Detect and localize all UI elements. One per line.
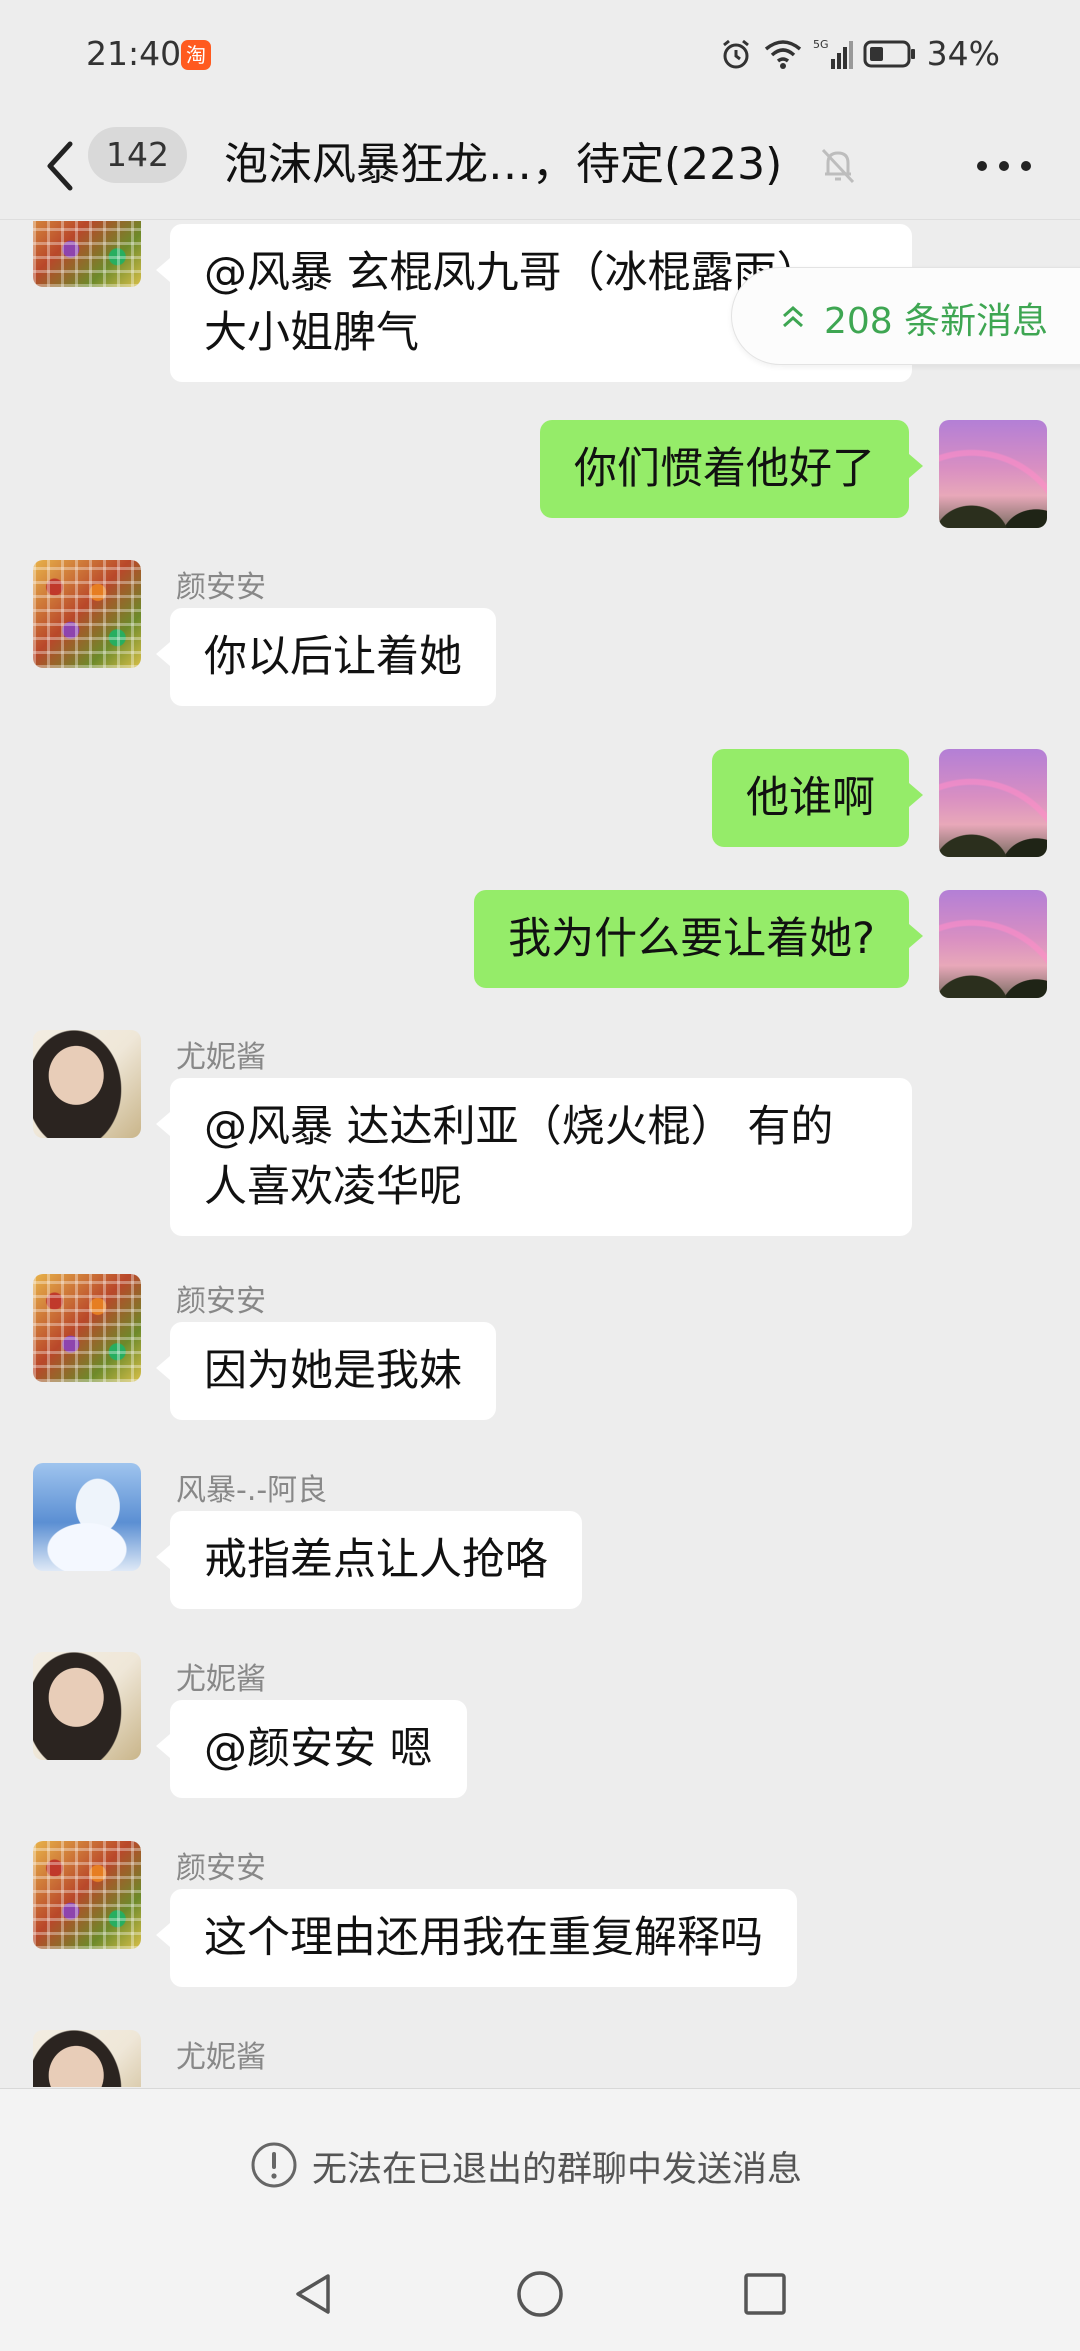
sender-avatar[interactable]	[33, 1652, 141, 1760]
message-text-line: 人喜欢凌华呢	[204, 1162, 462, 1212]
unread-count-badge[interactable]: 142	[88, 127, 187, 183]
sender-name: 颜安安	[176, 1284, 266, 1319]
message-list[interactable]: @风暴 玄棍凤九哥（冰棍露雨） 大小姐脾气 你们惯着他好了 颜安安 你以后让着她…	[0, 221, 1080, 2087]
sender-name: 尤妮酱	[176, 1040, 266, 1075]
message-bubble[interactable]: 你们惯着他好了	[540, 420, 923, 518]
message-bubble[interactable]: 因为她是我妹	[156, 1322, 496, 1420]
back-arrow-icon[interactable]	[40, 136, 80, 196]
notice-text: 无法在已退出的群聊中发送消息	[312, 2150, 803, 2190]
status-time: 21:40	[86, 34, 182, 73]
chat-header: 142 泡沫风暴狂龙…，待定(223)	[0, 110, 1080, 220]
self-avatar[interactable]	[939, 890, 1047, 998]
sender-avatar[interactable]	[33, 221, 141, 287]
sender-name: 颜安安	[176, 1851, 266, 1886]
sender-avatar[interactable]	[33, 1030, 141, 1138]
left-group-notice: 无法在已退出的群聊中发送消息	[0, 2088, 1080, 2238]
new-messages-button[interactable]: 208 条新消息	[731, 267, 1080, 365]
more-options-icon[interactable]	[976, 158, 1032, 174]
message-bubble[interactable]: @颜安安 嗯	[156, 1700, 467, 1798]
nav-home-icon[interactable]	[514, 2268, 566, 2320]
message-text-line: 他谁啊	[746, 773, 875, 823]
sender-name: 风暴-.-阿良	[176, 1473, 328, 1508]
info-exclamation-icon	[251, 2142, 297, 2188]
message-bubble[interactable]: @风暴 达达利亚（烧火棍） 有的 人喜欢凌华呢	[156, 1078, 912, 1236]
sender-avatar[interactable]	[33, 560, 141, 668]
nav-recents-icon[interactable]	[739, 2268, 791, 2320]
battery-percent: 34%	[926, 34, 1000, 73]
message-bubble[interactable]: 我为什么要让着她?	[474, 890, 923, 988]
message-text-line: @风暴 达达利亚（烧火棍） 有的	[204, 1102, 834, 1152]
battery-icon	[863, 40, 915, 67]
message-text-line: @颜安安 嗯	[204, 1724, 433, 1774]
self-avatar[interactable]	[939, 420, 1047, 528]
status-bar: 21:40 淘 5G 34%	[0, 0, 1080, 110]
message-bubble[interactable]: 你以后让着她	[156, 608, 496, 706]
message-text-line: 你以后让着她	[204, 632, 462, 682]
message-text-line: 因为她是我妹	[204, 1346, 462, 1396]
sender-name: 尤妮酱	[176, 2040, 266, 2075]
message-text-line: 你们惯着他好了	[574, 444, 875, 494]
message-bubble[interactable]: 这个理由还用我在重复解释吗	[156, 1889, 797, 1987]
wechat-group-chat-screen: 21:40 淘 5G 34% 142 泡沫风暴狂龙…，待定(223) @风暴 玄…	[0, 0, 1080, 2351]
sender-name: 尤妮酱	[176, 1662, 266, 1697]
wifi-icon	[764, 39, 801, 69]
status-indicators: 5G 34%	[719, 34, 1000, 73]
sender-avatar[interactable]	[33, 1841, 141, 1949]
message-bubble[interactable]: 他谁啊	[712, 749, 923, 847]
nav-back-icon[interactable]	[288, 2268, 340, 2320]
taobao-notification-icon: 淘	[181, 40, 211, 70]
new-messages-label: 208 条新消息	[824, 301, 1049, 342]
message-text-line: 戒指差点让人抢咯	[204, 1535, 548, 1585]
message-text-line: 我为什么要让着她?	[508, 914, 875, 964]
double-chevron-up-icon	[783, 305, 803, 328]
muted-bell-icon	[821, 148, 855, 184]
message-bubble[interactable]: 戒指差点让人抢咯	[156, 1511, 582, 1609]
cellular-signal-icon: 5G	[813, 38, 853, 69]
network-type-label: 5G	[813, 38, 829, 51]
system-navigation-bar	[0, 2238, 1080, 2351]
sender-avatar[interactable]	[33, 2030, 141, 2087]
alarm-icon	[722, 39, 749, 68]
message-text-line: 这个理由还用我在重复解释吗	[204, 1913, 763, 1963]
sender-avatar[interactable]	[33, 1274, 141, 1382]
self-avatar[interactable]	[939, 749, 1047, 857]
chat-title[interactable]: 泡沫风暴狂龙…，待定(223)	[224, 128, 782, 192]
sender-name: 颜安安	[176, 570, 266, 605]
sender-avatar[interactable]	[33, 1463, 141, 1571]
